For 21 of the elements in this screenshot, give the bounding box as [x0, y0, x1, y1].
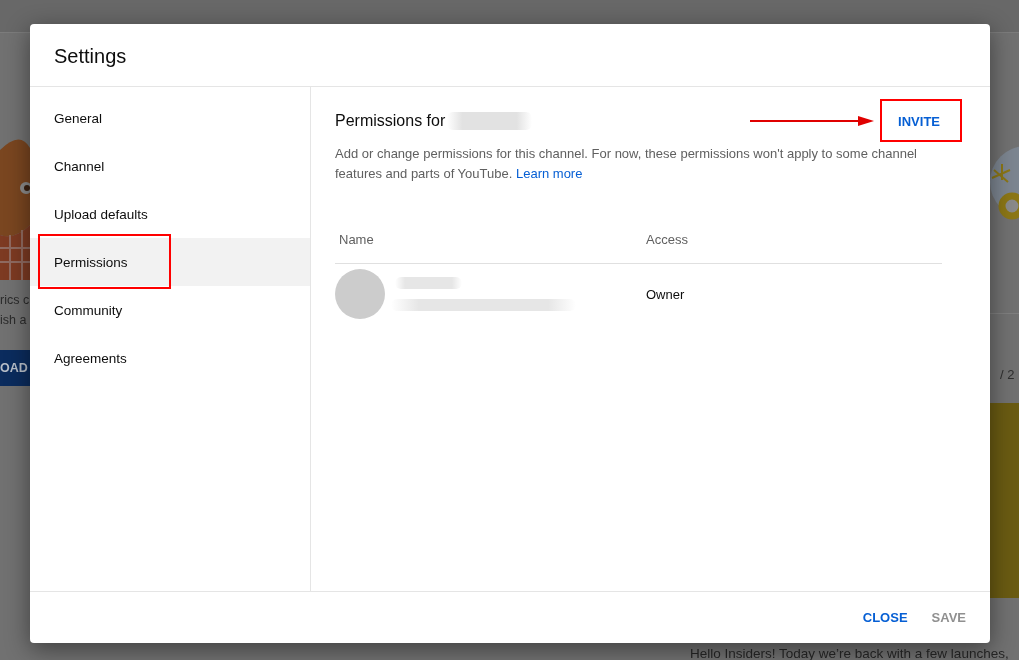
sidebar-item[interactable]: Channel [30, 142, 310, 190]
description-text: Add or change permissions for this channel. For now, these permissions won't apply to some channel features and parts of YouTube. Learn more [335, 145, 918, 183]
sidebar-item[interactable]: Community [30, 286, 310, 334]
page-counter: / 2 [999, 366, 1016, 384]
sidebar-item[interactable]: Upload defaults [30, 190, 310, 238]
partial-text: ish a [0, 312, 28, 329]
avatar-icon [335, 269, 385, 319]
action-button[interactable]: OAD [0, 350, 30, 386]
close-button[interactable]: CLOSE [850, 600, 920, 635]
column-header: Name [339, 231, 374, 247]
announcement-text: Hello Insiders! Today we’re back with a few launches, [690, 646, 1009, 660]
learn-more-link[interactable]: Learn more [515, 166, 583, 181]
sidebar-item[interactable]: General [30, 94, 310, 142]
permissions-heading: Permissions for [335, 111, 446, 130]
access-cell: Owner [646, 286, 685, 302]
dialog-title: Settings [54, 44, 127, 68]
column-header: Access [646, 231, 688, 247]
invite-button[interactable]: INVITE [882, 103, 956, 140]
sidebar-item[interactable]: Permissions [30, 238, 310, 286]
partial-text: rics c [0, 292, 30, 309]
sidebar-item[interactable]: Agreements [30, 334, 310, 382]
